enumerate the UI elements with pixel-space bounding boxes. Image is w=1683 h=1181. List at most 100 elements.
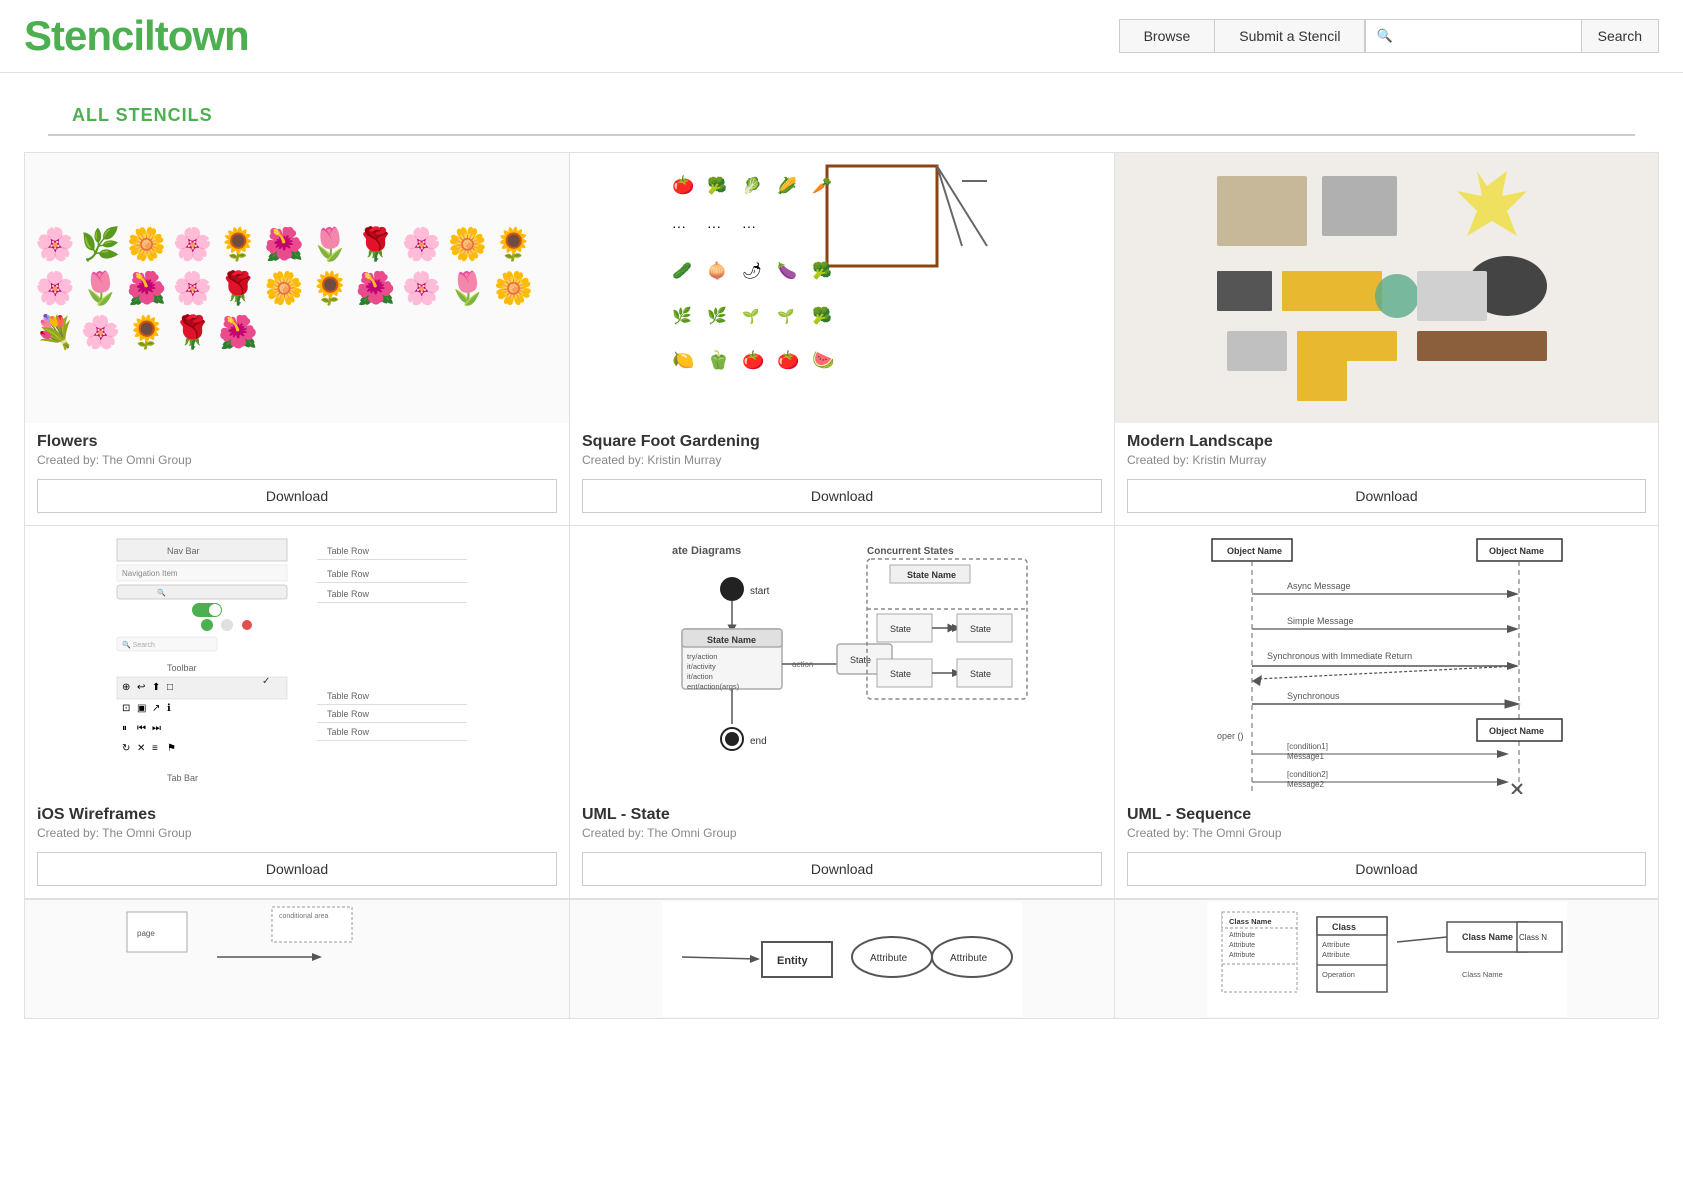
svg-text:⚑: ⚑ <box>167 743 176 754</box>
svg-text:🥦: 🥦 <box>707 176 727 195</box>
uml-sequence-card-info: UML - Sequence Created by: The Omni Grou… <box>1115 796 1658 844</box>
garden-download-button[interactable]: Download <box>582 479 1102 513</box>
svg-text:State Name: State Name <box>907 570 956 580</box>
svg-text:≡: ≡ <box>152 743 158 754</box>
header-nav: Browse Submit a Stencil 🔍 Search <box>1119 19 1659 53</box>
svg-text:🌱: 🌱 <box>742 308 759 325</box>
stencil-grid: 🌸 🌿 🌼 🌸 🌻 🌺 🌷 🌹 🌸 🌼 🌻 🌸 🌷 🌺 🌸 🌹 🌼 🌻 <box>0 152 1683 899</box>
svg-text:Class Name: Class Name <box>1229 917 1272 926</box>
svg-text:Class Name: Class Name <box>1462 932 1513 942</box>
landscape-title: Modern Landscape <box>1127 433 1646 451</box>
svg-text:Attribute: Attribute <box>1322 950 1350 959</box>
svg-text:⏭: ⏭ <box>152 723 161 734</box>
submit-stencil-button[interactable]: Submit a Stencil <box>1214 19 1365 53</box>
svg-text:···: ··· <box>672 218 686 234</box>
uml-state-title: UML - State <box>582 806 1102 824</box>
flowers-author: Created by: The Omni Group <box>37 453 557 467</box>
garden-card-info: Square Foot Gardening Created by: Kristi… <box>570 423 1114 471</box>
stencil-card-uml-state: ate Diagrams start State Name try/action… <box>569 526 1114 899</box>
svg-text:Table Row: Table Row <box>327 546 370 556</box>
logo[interactable]: Stenciltown <box>24 12 249 60</box>
svg-text:Toolbar: Toolbar <box>167 663 197 673</box>
svg-text:Nav Bar: Nav Bar <box>167 546 200 556</box>
svg-text:start: start <box>750 586 770 597</box>
flowers-download-button[interactable]: Download <box>37 479 557 513</box>
svg-text:Synchronous: Synchronous <box>1287 691 1340 701</box>
svg-text:Async Message: Async Message <box>1287 581 1351 591</box>
svg-text:↻: ↻ <box>122 743 130 754</box>
uml-sequence-preview-image: Object Name Object Name Async Message Si… <box>1115 526 1658 796</box>
svg-text:▣: ▣ <box>137 703 146 714</box>
garden-preview-image: 🍅 🥦 🥬 🌽 🥕 ··· ··· ··· 🥒 🧅 🌶 🍆 🥦 🌿 🌿 🌱 <box>570 153 1114 423</box>
landscape-preview-image <box>1115 153 1658 423</box>
stencil-card-uml-sequence: Object Name Object Name Async Message Si… <box>1114 526 1659 899</box>
svg-text:oper (): oper () <box>1217 731 1244 741</box>
svg-text:⊡: ⊡ <box>122 703 130 714</box>
svg-text:✕: ✕ <box>137 743 145 754</box>
search-input[interactable] <box>1401 20 1581 52</box>
class-diagram-preview: Class Name Attribute Attribute Attribute… <box>1114 899 1659 1019</box>
svg-text:Table Row: Table Row <box>327 727 370 737</box>
svg-text:🌱: 🌱 <box>777 308 794 325</box>
svg-text:□: □ <box>167 682 173 693</box>
svg-text:🥕: 🥕 <box>812 177 832 195</box>
svg-text:✓: ✓ <box>262 676 270 687</box>
svg-text:Object Name: Object Name <box>1489 546 1544 556</box>
svg-text:State: State <box>970 624 991 634</box>
svg-text:↗: ↗ <box>152 703 160 714</box>
flowers-title: Flowers <box>37 433 557 451</box>
svg-text:Synchronous with Immediate Ret: Synchronous with Immediate Return <box>1267 651 1412 661</box>
uml-state-preview-image: ate Diagrams start State Name try/action… <box>570 526 1114 796</box>
search-icon: 🔍 <box>1366 20 1400 52</box>
uml-state-download-button[interactable]: Download <box>582 852 1102 886</box>
stencil-card-flowers: 🌸 🌿 🌼 🌸 🌻 🌺 🌷 🌹 🌸 🌼 🌻 🌸 🌷 🌺 🌸 🌹 🌼 🌻 <box>24 152 569 526</box>
uml-sequence-download-button[interactable]: Download <box>1127 852 1646 886</box>
svg-text:State: State <box>850 655 871 665</box>
svg-text:Simple Message: Simple Message <box>1287 616 1354 626</box>
landscape-card-info: Modern Landscape Created by: Kristin Mur… <box>1115 423 1658 471</box>
svg-text:Table Row: Table Row <box>327 569 370 579</box>
svg-text:⬆: ⬆ <box>152 682 160 693</box>
svg-text:it/activity: it/activity <box>687 662 716 671</box>
svg-text:conditional area: conditional area <box>279 913 329 920</box>
svg-text:ate Diagrams: ate Diagrams <box>672 545 741 557</box>
ios-download-button[interactable]: Download <box>37 852 557 886</box>
svg-text:🍅: 🍅 <box>672 174 694 196</box>
svg-text:Message2: Message2 <box>1287 780 1324 789</box>
svg-text:Class: Class <box>1332 922 1356 932</box>
svg-text:🫑: 🫑 <box>707 349 729 370</box>
svg-text:🥬: 🥬 <box>742 176 762 195</box>
svg-text:···: ··· <box>742 218 756 234</box>
svg-text:🧅: 🧅 <box>707 261 727 280</box>
landscape-download-button[interactable]: Download <box>1127 479 1646 513</box>
uml-state-author: Created by: The Omni Group <box>582 826 1102 840</box>
ios-title: iOS Wireframes <box>37 806 557 824</box>
svg-text:Class N: Class N <box>1519 933 1547 942</box>
er-diagram-preview: page conditional area <box>24 899 569 1019</box>
svg-text:⊕: ⊕ <box>122 682 130 693</box>
search-container: 🔍 Search <box>1365 19 1659 53</box>
svg-text:State Name: State Name <box>707 635 756 645</box>
ios-preview-image: Nav Bar Navigation Item 🔍 🔍 Search Toolb <box>25 526 569 796</box>
svg-text:Object Name: Object Name <box>1489 726 1544 736</box>
svg-text:Table Row: Table Row <box>327 691 370 701</box>
svg-text:Attribute: Attribute <box>1229 952 1255 959</box>
svg-text:Message1: Message1 <box>1287 752 1324 761</box>
svg-text:State: State <box>890 624 911 634</box>
svg-text:Operation: Operation <box>1322 970 1355 979</box>
svg-text:⏸: ⏸ <box>122 723 127 734</box>
svg-text:🍅: 🍅 <box>777 349 799 371</box>
svg-text:Class Name: Class Name <box>1462 970 1503 979</box>
svg-text:🍉: 🍉 <box>812 350 834 370</box>
stencil-card-landscape: Modern Landscape Created by: Kristin Mur… <box>1114 152 1659 526</box>
svg-text:🍆: 🍆 <box>777 261 797 280</box>
browse-button[interactable]: Browse <box>1119 19 1215 53</box>
garden-author: Created by: Kristin Murray <box>582 453 1102 467</box>
svg-text:🥦: 🥦 <box>812 261 832 280</box>
flowers-preview-image: 🌸 🌿 🌼 🌸 🌻 🌺 🌷 🌹 🌸 🌼 🌻 🌸 🌷 🌺 🌸 🌹 🌼 🌻 <box>25 153 569 423</box>
svg-text:Attribute: Attribute <box>950 953 988 964</box>
svg-text:end: end <box>750 736 767 747</box>
svg-text:Attribute: Attribute <box>1322 940 1350 949</box>
uml-sequence-author: Created by: The Omni Group <box>1127 826 1646 840</box>
search-button[interactable]: Search <box>1581 20 1658 52</box>
